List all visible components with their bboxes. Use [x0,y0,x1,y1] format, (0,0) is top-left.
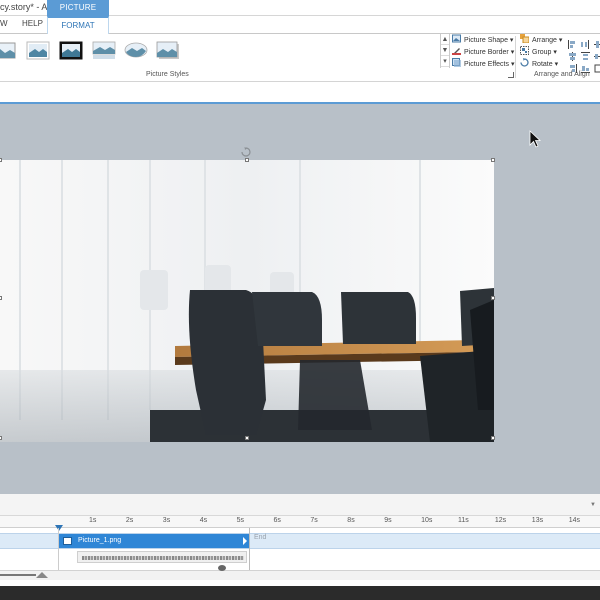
ribbon: ▲ ▼ ▾ Picture Shape ▾ Picture Border ▾ P… [0,34,600,82]
tab-format[interactable]: FORMAT [47,16,109,35]
ruler-tick-label: 2s [125,517,134,524]
align-right-icon[interactable] [568,60,577,73]
timeline-panel: ▼ 1s 2s 3s 4s 5s 6s 7s 8s 9s 10s 11s 12s 13s 14s Pict… [0,494,600,586]
picture-effects-icon [452,58,461,67]
resize-handle-right[interactable] [491,296,495,300]
picture-style-thick-black-frame[interactable] [59,41,83,60]
group-icon [520,46,529,55]
picture-shape-button[interactable]: Picture Shape ▾ [452,34,513,46]
picture-border-button[interactable]: Picture Border ▾ [452,46,514,58]
ruler-tick-label: 5s [236,517,244,524]
group-button[interactable]: Group ▾ [520,46,557,58]
rotation-handle-icon[interactable] [241,144,251,157]
resize-handle-bottom-left[interactable] [0,436,2,440]
timeline-clip-picture[interactable]: Picture_1.png [59,534,249,548]
resize-handle-top-right[interactable] [491,158,495,162]
collapse-chevron-icon[interactable]: ▼ [590,502,596,508]
playhead-icon[interactable] [55,525,63,531]
picture-style-oval[interactable] [124,41,148,60]
ruler-tick-label: 11s [458,517,469,524]
gallery-scroll-down[interactable]: ▼ [441,45,449,56]
ruler-tick-label: 1s [89,517,97,524]
zoom-in-icon[interactable] [36,572,48,578]
align-middle-icon[interactable] [594,48,600,59]
distribute-horizontal-icon[interactable] [581,36,590,49]
ruler-tick-label: 3s [162,517,171,524]
picture-styles-group-label: Picture Styles [146,71,189,78]
ruler-tick-label: 13s [531,517,544,524]
arrange-button[interactable]: Arrange ▾ [520,34,562,46]
audio-waveform-track[interactable] [77,551,247,563]
image-icon [63,537,72,545]
picture-effects-label: Picture Effects [464,61,510,68]
rotate-button[interactable]: Rotate ▾ [520,58,558,70]
picture-border-icon [452,46,461,55]
resize-handle-top-left[interactable] [0,158,2,162]
speaker-icon[interactable] [218,565,226,571]
resize-handle-left[interactable] [0,296,2,300]
distribute-vertical-icon[interactable] [581,48,590,60]
size-icon[interactable] [594,60,600,73]
clip-expand-arrow-icon[interactable] [243,537,247,545]
tab-help[interactable]: HELP [22,19,43,28]
arrange-icon [520,34,530,44]
resize-handle-bottom[interactable] [245,436,249,440]
ruler-tick-label: 14s [568,517,580,524]
align-left-icon[interactable] [568,36,577,49]
waveform [82,556,244,560]
ribbon-tabs: W HELP FORMAT [0,16,600,35]
selected-picture[interactable] [0,160,494,442]
gallery-scroll-up[interactable]: ▲ [441,34,449,45]
picture-shape-label: Picture Shape [464,37,508,44]
ruler-tick-label: 4s [199,517,208,524]
ruler-tick-label: 6s [273,517,281,524]
resize-handle-top[interactable] [245,158,249,162]
picture-border-label: Picture Border [464,49,509,56]
ruler-tick-label: 12s [494,517,507,524]
picture-effects-button[interactable]: Picture Effects ▾ [452,58,514,70]
status-bar [0,586,600,600]
picture-style-soft-frame[interactable] [26,41,50,60]
picture-styles-dialog-launcher[interactable] [508,72,514,78]
ruler-tick-label: 9s [384,517,392,524]
tab-view[interactable]: W [0,19,8,28]
picture-style-plain[interactable] [0,41,16,60]
ribbon-separator [515,36,516,78]
timeline-ruler[interactable]: 1s 2s 3s 4s 5s 6s 7s 8s 9s 10s 11s 12s 13s 14s [0,516,600,528]
formula-area [0,82,600,104]
timeline-end-label: End [254,534,267,541]
arrange-align-group-label: Arrange and Align [534,71,590,78]
rotate-icon [520,58,529,67]
align-center-icon[interactable] [568,48,577,61]
gallery-scroll[interactable]: ▲ ▼ ▾ [440,34,450,68]
picture-style-shadow[interactable] [156,41,180,60]
slide-canvas[interactable] [0,104,600,494]
picture-style-reflection[interactable] [92,41,116,60]
align-bottom-icon[interactable] [581,60,590,73]
mouse-cursor-icon [529,130,542,148]
ruler-tick-label: 10s [421,517,433,524]
timeline-footer [0,570,600,580]
ruler-tick-label: 7s [310,517,318,524]
timeline-header: ▼ [0,494,600,516]
align-icon[interactable] [594,36,600,48]
ruler-tick-label: 8s [347,517,355,524]
gallery-more[interactable]: ▾ [441,56,449,67]
title-bar: cy.story* - Ar... PICTURE TOOLS [0,0,600,28]
contextual-tab-picture-tools: PICTURE TOOLS [47,0,109,28]
group-label: Group [532,49,552,56]
arrange-label: Arrange [532,37,557,44]
rotate-label: Rotate [532,61,553,68]
conference-room-photo [0,160,494,442]
picture-shape-icon [452,34,461,43]
resize-handle-bottom-right[interactable] [491,436,495,440]
timeline-zoom-slider[interactable] [0,574,36,576]
